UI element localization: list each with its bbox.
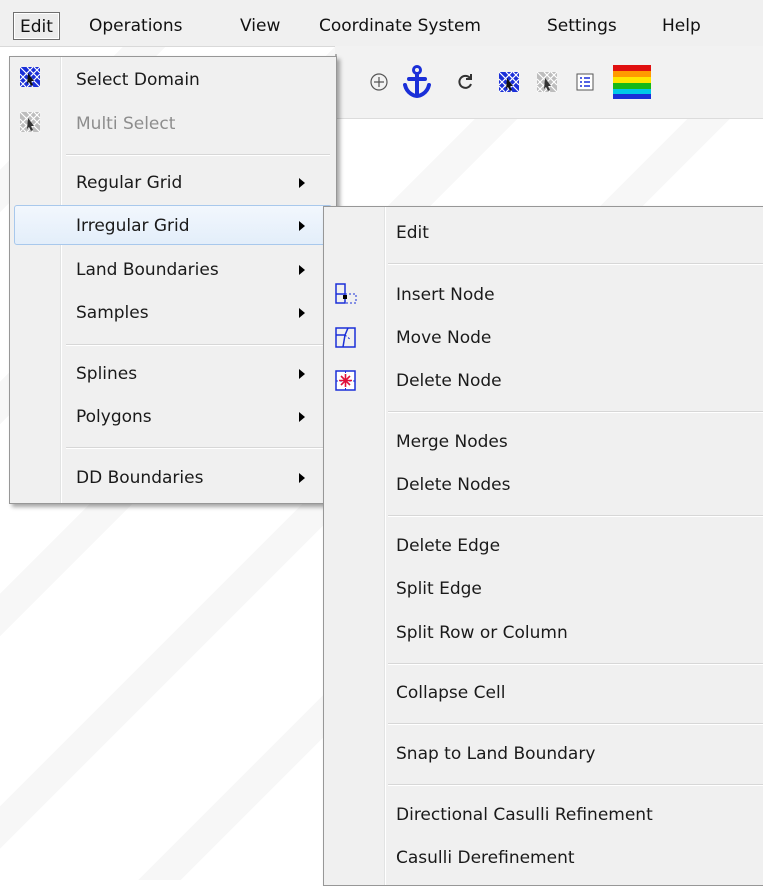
- multi-select-icon: [19, 111, 41, 133]
- menu-edit[interactable]: Edit: [13, 12, 60, 40]
- menu-help[interactable]: Help: [656, 12, 707, 40]
- menu-item-label: Regular Grid: [76, 173, 183, 193]
- menu-separator: [388, 723, 763, 725]
- menu-item-irregular-grid[interactable]: Irregular Grid: [14, 205, 332, 245]
- menu-item-dd-boundaries[interactable]: DD Boundaries: [76, 458, 326, 498]
- color-scale-icon[interactable]: [611, 65, 651, 99]
- submenu-arrow-icon: [299, 221, 305, 231]
- menu-item-move-node[interactable]: Move Node: [396, 318, 756, 358]
- menu-coordinate-system[interactable]: Coordinate System: [313, 12, 487, 40]
- menu-item-edit[interactable]: Edit: [396, 213, 756, 253]
- insert-node-icon: [335, 283, 357, 305]
- menu-item-casulli-derefinement[interactable]: Casulli Derefinement: [396, 838, 756, 878]
- menu-separator: [388, 663, 763, 665]
- menu-item-multi-select[interactable]: Multi Select: [76, 104, 326, 144]
- menu-item-splines[interactable]: Splines: [76, 354, 326, 394]
- submenu-arrow-icon: [299, 473, 305, 483]
- menu-item-delete-nodes[interactable]: Delete Nodes: [396, 465, 756, 505]
- menu-item-select-domain[interactable]: Select Domain: [76, 60, 326, 100]
- anchor-icon[interactable]: [401, 65, 433, 99]
- menu-separator: [388, 515, 763, 517]
- menu-separator: [388, 411, 763, 413]
- menu-item-snap-to-land-boundary[interactable]: Snap to Land Boundary: [396, 734, 756, 774]
- submenu-arrow-icon: [299, 308, 305, 318]
- menu-item-label: Land Boundaries: [76, 260, 219, 280]
- menu-gutter: [60, 57, 62, 503]
- menu-separator: [388, 784, 763, 786]
- submenu-arrow-icon: [299, 265, 305, 275]
- menu-item-insert-node[interactable]: Insert Node: [396, 275, 756, 315]
- menu-separator: [66, 154, 330, 156]
- menu-item-collapse-cell[interactable]: Collapse Cell: [396, 673, 756, 713]
- menu-item-label: Polygons: [76, 407, 152, 427]
- menu-item-label: Irregular Grid: [76, 216, 190, 236]
- menu-operations[interactable]: Operations: [83, 12, 188, 40]
- menu-separator: [66, 447, 330, 449]
- menu-item-merge-nodes[interactable]: Merge Nodes: [396, 422, 756, 462]
- delete-node-icon: [335, 370, 357, 392]
- menu-view[interactable]: View: [234, 12, 286, 40]
- multi-select-icon[interactable]: [531, 66, 563, 98]
- legend-icon[interactable]: [569, 66, 601, 98]
- edit-menu: Select Domain Multi Select Regular Grid …: [9, 56, 337, 504]
- menu-item-label: Splines: [76, 364, 138, 384]
- menu-item-split-row-or-column[interactable]: Split Row or Column: [396, 613, 756, 653]
- menu-item-split-edge[interactable]: Split Edge: [396, 569, 756, 609]
- menu-item-polygons[interactable]: Polygons: [76, 397, 326, 437]
- menu-item-delete-node[interactable]: Delete Node: [396, 361, 756, 401]
- move-node-icon: [335, 327, 357, 349]
- toolbar: [335, 46, 763, 119]
- menu-item-label: Samples: [76, 303, 149, 323]
- select-domain-icon: [19, 66, 41, 88]
- zoom-in-icon[interactable]: [363, 66, 395, 98]
- submenu-arrow-icon: [299, 178, 305, 188]
- submenu-arrow-icon: [299, 369, 305, 379]
- menu-item-directional-casulli-refinement[interactable]: Directional Casulli Refinement: [396, 795, 756, 835]
- menu-bar: Edit Operations View Coordinate System S…: [0, 0, 763, 47]
- menu-item-delete-edge[interactable]: Delete Edge: [396, 526, 756, 566]
- menu-item-samples[interactable]: Samples: [76, 293, 326, 333]
- menu-item-label: DD Boundaries: [76, 468, 204, 488]
- refresh-icon[interactable]: [449, 66, 481, 98]
- menu-settings[interactable]: Settings: [541, 12, 623, 40]
- menu-item-regular-grid[interactable]: Regular Grid: [76, 163, 326, 203]
- submenu-arrow-icon: [299, 412, 305, 422]
- menu-item-land-boundaries[interactable]: Land Boundaries: [76, 250, 326, 290]
- menu-separator: [66, 344, 330, 346]
- select-domain-icon[interactable]: [493, 66, 525, 98]
- menu-gutter: [384, 207, 386, 885]
- menu-separator: [388, 263, 763, 265]
- irregular-grid-submenu: Edit Insert Node Move Node Delete Node M…: [323, 206, 763, 886]
